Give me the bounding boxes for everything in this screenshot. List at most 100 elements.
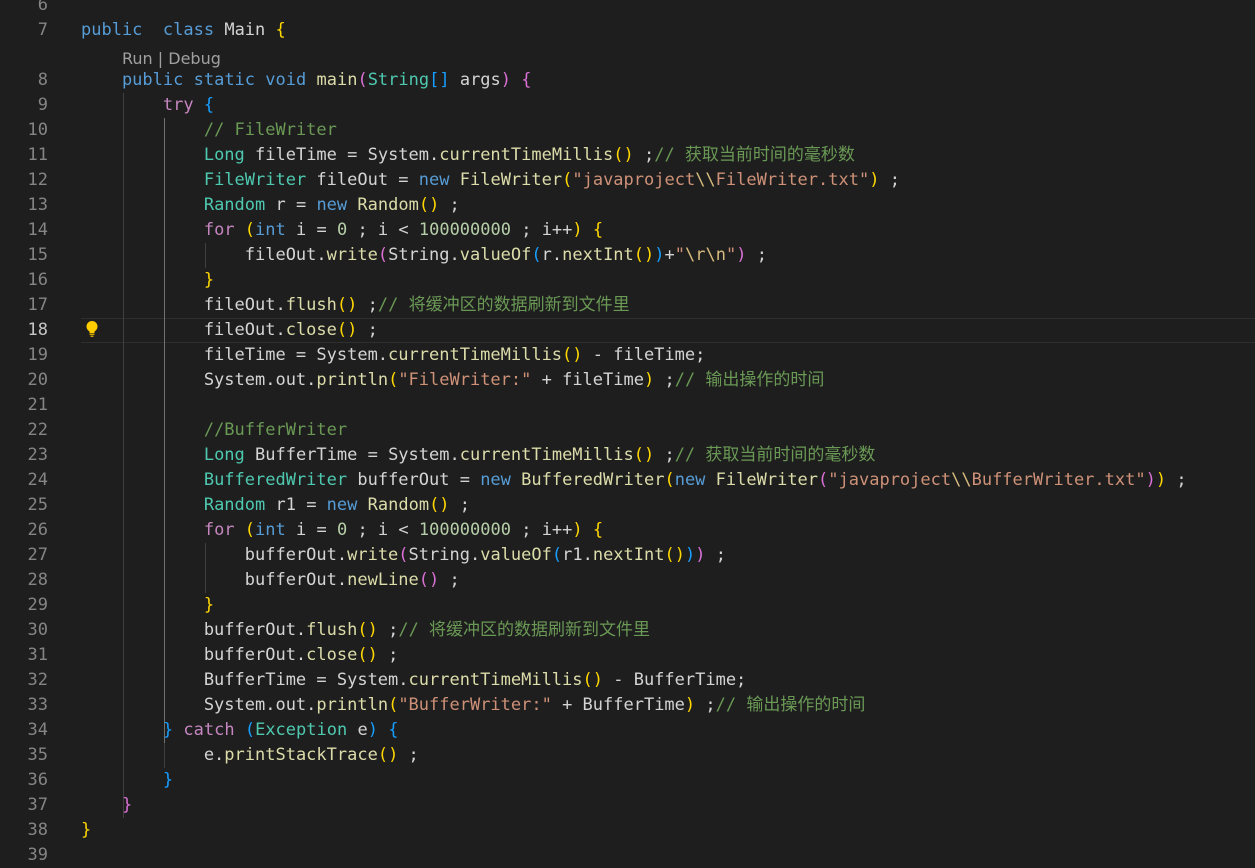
code-text: BufferedWriter bufferOut = new BufferedW…: [81, 468, 1187, 493]
code-token: main: [316, 70, 358, 90]
code-token: println: [316, 370, 389, 390]
line-number: 32: [27, 670, 48, 690]
code-token: ): [643, 370, 655, 390]
code-line[interactable]: 34 } catch (Exception e) {: [0, 718, 1255, 743]
code-line[interactable]: 32 BufferTime = System.currentTimeMillis…: [0, 668, 1255, 693]
code-token: 100000000: [418, 520, 511, 540]
code-text: System.out.println("FileWriter:" + fileT…: [81, 368, 825, 393]
code-token: }: [203, 595, 215, 615]
code-token: bufferOut.: [81, 545, 348, 565]
code-line[interactable]: 15 fileOut.write(String.valueOf(r.nextIn…: [0, 243, 1255, 268]
code-token: r =: [265, 195, 317, 215]
code-token: ): [684, 545, 696, 565]
code-line[interactable]: 17 fileOut.flush() ;// 将缓冲区的数据刷新到文件里: [0, 293, 1255, 318]
code-token: ; i <: [347, 520, 419, 540]
code-token: (: [388, 695, 399, 715]
code-token: ;: [695, 695, 716, 715]
code-editor[interactable]: Run | Debug 6 7 public class Main {8 publi…: [0, 0, 1255, 865]
code-token: ): [500, 70, 512, 90]
code-token: new: [326, 495, 358, 515]
code-token: "BufferWriter:": [398, 695, 552, 715]
line-number: 14: [27, 220, 48, 240]
code-line[interactable]: 24 BufferedWriter bufferOut = new Buffer…: [0, 468, 1255, 493]
code-line[interactable]: 8 public static void main(String[] args)…: [0, 68, 1255, 93]
code-token: Random: [357, 195, 419, 215]
line-number: 19: [27, 345, 48, 365]
code-token: ): [695, 545, 706, 565]
code-token: e: [347, 720, 368, 740]
code-token: fileTime = System.: [244, 145, 440, 165]
code-token: (): [357, 645, 378, 665]
code-line[interactable]: 6: [0, 0, 1255, 18]
code-token: ): [572, 520, 583, 540]
code-token: ;: [633, 145, 655, 165]
code-line[interactable]: 38}: [0, 818, 1255, 843]
code-token: {: [592, 520, 604, 540]
code-token: ): [684, 695, 696, 715]
code-line[interactable]: 28 bufferOut.newLine() ;: [0, 568, 1255, 593]
code-token: (): [357, 620, 378, 640]
code-token: }: [162, 720, 174, 740]
code-token: newLine: [347, 570, 419, 590]
code-line[interactable]: 22 //BufferWriter: [0, 418, 1255, 443]
code-line[interactable]: 14 for (int i = 0 ; i < 100000000 ; i++)…: [0, 218, 1255, 243]
code-token: // 输出操作的时间: [715, 695, 866, 715]
code-line[interactable]: 20 System.out.println("FileWriter:" + fi…: [0, 368, 1255, 393]
code-line[interactable]: 35 e.printStackTrace() ;: [0, 743, 1255, 768]
code-line[interactable]: 29 }: [0, 593, 1255, 618]
code-line[interactable]: 23 Long BufferTime = System.currentTimeM…: [0, 443, 1255, 468]
code-token: ;: [654, 445, 675, 465]
code-line[interactable]: 26 for (int i = 0 ; i < 100000000 ; i++)…: [0, 518, 1255, 543]
code-line[interactable]: 27 bufferOut.write(String.valueOf(r1.nex…: [0, 543, 1255, 568]
code-token: currentTimeMillis: [439, 145, 614, 165]
code-token: ;: [398, 745, 419, 765]
code-line[interactable]: 12 FileWriter fileOut = new FileWriter("…: [0, 168, 1255, 193]
code-token: ;: [449, 495, 471, 515]
code-line[interactable]: 9 try {: [0, 93, 1255, 118]
code-line[interactable]: 19 fileTime = System.currentTimeMillis()…: [0, 343, 1255, 368]
code-token: }: [203, 270, 215, 290]
code-token: Random: [203, 495, 266, 515]
code-line[interactable]: 21: [0, 393, 1255, 418]
code-line[interactable]: 7 public class Main {: [0, 18, 1255, 43]
code-token: +: [664, 245, 675, 265]
line-number: 12: [27, 170, 48, 190]
code-text: for (int i = 0 ; i < 100000000 ; i++) {: [81, 518, 603, 543]
code-token: new: [480, 470, 511, 490]
code-token: (: [551, 545, 563, 565]
line-number: 33: [27, 695, 48, 715]
code-text: Long fileTime = System.currentTimeMillis…: [81, 143, 855, 168]
code-token: BufferWriter.txt": [971, 470, 1146, 490]
code-line[interactable]: 16 }: [0, 268, 1255, 293]
code-line[interactable]: 13 Random r = new Random() ;: [0, 193, 1255, 218]
code-token: write: [347, 545, 399, 565]
line-number: 37: [27, 795, 48, 815]
code-line[interactable]: 33 System.out.println("BufferWriter:" + …: [0, 693, 1255, 718]
code-token: ): [654, 245, 665, 265]
code-token: args: [449, 70, 501, 90]
code-line[interactable]: 10 // FileWriter: [0, 118, 1255, 143]
code-line[interactable]: 11 Long fileTime = System.currentTimeMil…: [0, 143, 1255, 168]
code-token: (): [336, 295, 358, 315]
code-token: new: [418, 170, 450, 190]
code-token: fileOut.: [81, 320, 286, 340]
code-token: 100000000: [418, 220, 511, 240]
code-token: []: [429, 70, 450, 90]
code-text: }: [81, 768, 173, 793]
code-line[interactable]: 31 bufferOut.close() ;: [0, 643, 1255, 668]
code-line[interactable]: 37 }: [0, 793, 1255, 818]
code-token: ): [367, 720, 378, 740]
code-line[interactable]: 36 }: [0, 768, 1255, 793]
code-line[interactable]: 25 Random r1 = new Random() ;: [0, 493, 1255, 518]
code-line[interactable]: 30 bufferOut.flush() ;// 将缓冲区的数据刷新到文件里: [0, 618, 1255, 643]
code-token: bufferOut.: [81, 570, 348, 590]
code-line[interactable]: 18 fileOut.close() ;: [0, 318, 1255, 343]
code-token: (: [398, 545, 409, 565]
